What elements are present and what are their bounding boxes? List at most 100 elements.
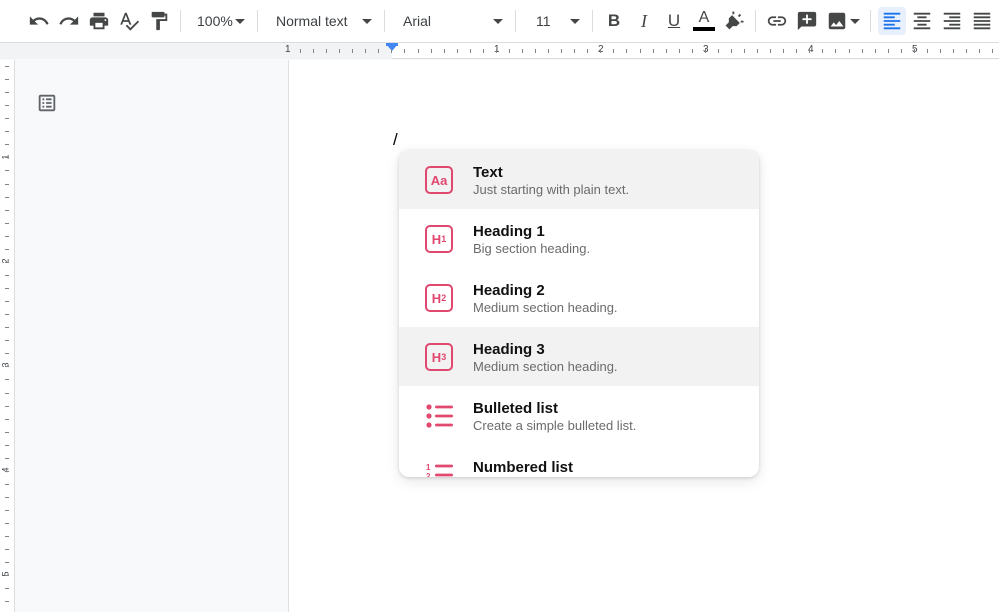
vruler-tick: [5, 105, 9, 106]
ruler-tick: [914, 49, 915, 53]
font-size-select[interactable]: 11: [522, 7, 586, 35]
chevron-down-icon: [235, 19, 245, 24]
vruler-tick: [5, 575, 9, 576]
document-outline-button[interactable]: [36, 92, 58, 114]
toolbar-divider: [180, 10, 181, 32]
vruler-tick: [5, 432, 9, 433]
ruler-tick: [953, 49, 954, 53]
add-comment-button[interactable]: [793, 7, 821, 35]
menu-item-title: Heading 1: [473, 223, 545, 240]
vruler-tick: [5, 419, 9, 420]
insert-image-button[interactable]: [823, 7, 863, 35]
vruler-tick: [5, 588, 9, 589]
menu-item-bulleted-list[interactable]: Bulleted list Create a simple bulleted l…: [399, 386, 759, 445]
ruler-tick: [431, 49, 432, 53]
ruler-margin-left: [0, 43, 392, 59]
toolbar-divider: [384, 10, 385, 32]
ruler-tick: [483, 49, 484, 53]
zoom-select[interactable]: 100%: [187, 7, 251, 35]
menu-item-heading-1[interactable]: H1 Heading 1 Big section heading.: [399, 209, 759, 268]
justify-button[interactable]: [968, 7, 996, 35]
heading-icon-letter: H: [431, 231, 442, 247]
ruler-tick: [339, 49, 340, 53]
menu-item-numbered-list[interactable]: 1 2 Numbered list: [399, 445, 759, 477]
vruler-tick: [5, 601, 9, 602]
ruler-tick: [613, 49, 614, 53]
vruler-tick: [5, 210, 9, 211]
vruler-tick: [5, 471, 9, 472]
vruler-tick: [5, 366, 9, 367]
vruler-tick: [5, 92, 9, 93]
ruler-tick: [731, 49, 732, 53]
link-icon: [767, 16, 787, 26]
redo-button[interactable]: [55, 7, 83, 35]
ruler-tick: [509, 49, 510, 53]
menu-item-text[interactable]: Aa Text Just starting with plain text.: [399, 150, 759, 209]
vruler-tick: [5, 393, 9, 394]
chevron-down-icon: [362, 19, 372, 24]
ruler-tick: [391, 49, 392, 53]
insert-image-icon: [828, 12, 846, 30]
heading-2-icon: H2: [425, 284, 453, 312]
ruler-tick: [313, 49, 314, 53]
paragraph-style-select[interactable]: Normal text: [264, 7, 378, 35]
ruler-tick: [535, 49, 536, 53]
ruler-tick: [744, 49, 745, 53]
horizontal-ruler[interactable]: 1 1 2 3 4 5: [0, 43, 999, 59]
paint-format-icon: [151, 11, 168, 31]
slash-command-menu: Aa Text Just starting with plain text. H…: [399, 150, 759, 477]
menu-item-title: Heading 2: [473, 282, 545, 299]
text-color-glyph: A: [698, 9, 710, 26]
ruler-tick: [705, 49, 706, 53]
vruler-tick: [5, 523, 9, 524]
vruler-tick: [5, 406, 9, 407]
insert-link-button[interactable]: [763, 7, 791, 35]
ruler-tick: [927, 49, 928, 53]
paragraph-style-value: Normal text: [276, 13, 348, 29]
ruler-tick: [496, 49, 497, 53]
vruler-tick: [5, 249, 9, 250]
ruler-tick: [862, 49, 863, 53]
underline-button[interactable]: U: [660, 7, 688, 35]
align-left-button[interactable]: [878, 7, 906, 35]
chevron-down-icon: [493, 19, 503, 24]
spellcheck-button[interactable]: [115, 7, 143, 35]
vruler-tick: [5, 340, 9, 341]
vruler-tick: [5, 170, 9, 171]
ruler-tick: [561, 49, 562, 53]
toolbar-divider: [592, 10, 593, 32]
svg-text:2: 2: [426, 472, 431, 477]
italic-button[interactable]: I: [630, 7, 658, 35]
print-button[interactable]: [85, 7, 113, 35]
text-color-icon: A: [693, 9, 715, 31]
highlight-button[interactable]: [720, 7, 748, 35]
ruler-tick: [470, 49, 471, 53]
menu-item-heading-3[interactable]: H3 Heading 3 Medium section heading.: [399, 327, 759, 386]
text-color-button[interactable]: A: [690, 7, 718, 35]
vruler-tick: [5, 497, 9, 498]
ruler-tick: [587, 49, 588, 53]
vruler-tick: [5, 262, 9, 263]
ruler-tick: [653, 49, 654, 53]
numbered-list-icon: 1 2: [425, 461, 455, 477]
text-color-bar: [693, 27, 715, 31]
left-indent-handle[interactable]: [386, 44, 398, 51]
vruler-tick: [5, 236, 9, 237]
vruler-tick: [5, 79, 9, 80]
menu-item-heading-2[interactable]: H2 Heading 2 Medium section heading.: [399, 268, 759, 327]
undo-button[interactable]: [25, 7, 53, 35]
align-center-button[interactable]: [908, 7, 936, 35]
menu-item-description: Just starting with plain text.: [473, 182, 630, 197]
paint-format-button[interactable]: [145, 7, 173, 35]
ruler-tick: [326, 49, 327, 53]
vertical-ruler[interactable]: 1 2 3 4 5: [0, 60, 15, 612]
ruler-tick: [901, 49, 902, 53]
font-family-select[interactable]: Arial: [391, 7, 509, 35]
align-right-button[interactable]: [938, 7, 966, 35]
bold-button[interactable]: B: [600, 7, 628, 35]
ruler-tick: [548, 49, 549, 53]
toolbar-divider: [755, 10, 756, 32]
text-icon: Aa: [425, 166, 453, 194]
heading-icon-letter: H: [431, 290, 442, 306]
print-icon: [89, 12, 109, 30]
